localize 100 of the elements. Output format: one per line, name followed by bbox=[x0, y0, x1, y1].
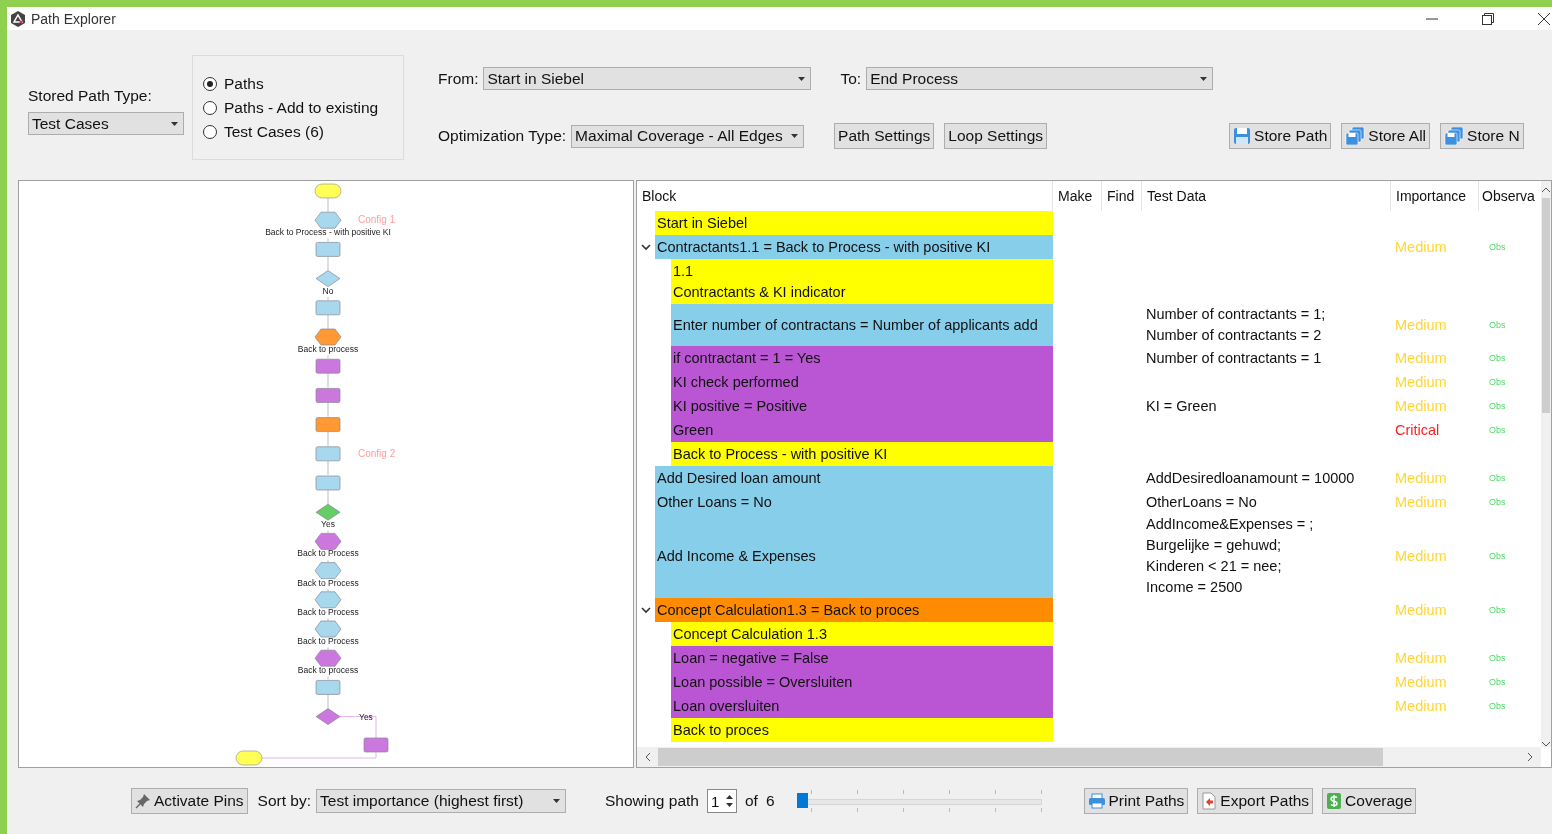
slider-thumb[interactable] bbox=[796, 793, 808, 808]
to-dropdown[interactable]: End Process bbox=[866, 67, 1214, 90]
radio-button[interactable] bbox=[203, 76, 217, 91]
test-data-text: KI = Green bbox=[1146, 396, 1217, 416]
importance-text: Medium bbox=[1395, 650, 1447, 666]
of-label: of bbox=[744, 792, 758, 810]
observation-text: Obs bbox=[1489, 242, 1506, 252]
scroll-right-icon[interactable] bbox=[1528, 753, 1533, 761]
path-slider[interactable] bbox=[796, 789, 1042, 813]
block-cell[interactable]: if contractant = 1 = Yes bbox=[671, 346, 1053, 370]
stored-path-type-dropdown[interactable]: Test Cases bbox=[28, 112, 184, 135]
connector-line bbox=[327, 238, 329, 242]
optimization-type-dropdown[interactable]: Maximal Coverage - All Edges bbox=[571, 124, 805, 148]
path-number-spinbox[interactable]: 1 bbox=[706, 789, 737, 813]
chevron-icon[interactable] bbox=[641, 605, 651, 615]
path-total-text: 6 bbox=[765, 792, 775, 810]
edge-label: Back to Process bbox=[297, 548, 359, 559]
connector-line bbox=[327, 197, 329, 213]
observation-text: Obs bbox=[1489, 605, 1506, 615]
radio-option[interactable]: Paths - Add to existing bbox=[203, 98, 403, 117]
sort-by-label: Sort by: bbox=[257, 792, 312, 810]
store-button[interactable]: Store N bbox=[1440, 123, 1524, 149]
vertical-scrollbar[interactable] bbox=[1541, 181, 1551, 747]
edge-label: Back to Process - with positive KI bbox=[265, 227, 391, 238]
test-data-text: Number of contractants = 1; Number of contractants = 2 bbox=[1146, 305, 1326, 345]
scroll-down-icon[interactable] bbox=[1542, 742, 1550, 747]
radio-button[interactable] bbox=[203, 100, 217, 115]
block-cell[interactable]: Loan oversluiten bbox=[671, 694, 1053, 718]
sort-dropdown[interactable]: Test importance (highest first) bbox=[316, 789, 567, 813]
test-data-text: AddIncome&Expenses = ; Burgelijke = gehuwd; Kinderen < 21 = nee; Income = 2500 bbox=[1146, 515, 1314, 597]
observation-text: Obs bbox=[1489, 377, 1506, 387]
block-cell[interactable]: KI check performed bbox=[671, 370, 1053, 394]
column-header[interactable]: Make bbox=[1053, 181, 1102, 211]
observation-text: Obs bbox=[1489, 401, 1506, 411]
block-cell[interactable]: Back to Process - with positive KI bbox=[671, 442, 1053, 466]
block-cell[interactable]: Enter number of contractans = Number of applicants add bbox=[671, 304, 1053, 346]
close-icon[interactable] bbox=[1538, 12, 1550, 25]
connector-line bbox=[327, 355, 329, 359]
edge-label: Yes bbox=[359, 712, 373, 722]
restore-icon[interactable] bbox=[1482, 12, 1494, 25]
edge-label: Back to process bbox=[297, 665, 359, 676]
connector-line bbox=[327, 489, 329, 505]
edge-label: No bbox=[322, 285, 334, 296]
column-header[interactable]: Observa bbox=[1479, 181, 1541, 211]
importance-text: Critical bbox=[1395, 422, 1440, 438]
block-cell[interactable]: Loan = negative = False bbox=[671, 646, 1053, 670]
observation-text: Obs bbox=[1489, 497, 1506, 507]
dollar-icon bbox=[1326, 792, 1343, 810]
connector-line bbox=[327, 676, 329, 680]
block-cell[interactable]: Loan possible = Oversluiten bbox=[671, 670, 1053, 694]
connector-line bbox=[339, 716, 377, 739]
block-cell[interactable]: Contractants1.1 = Back to Process - with positive KI bbox=[655, 235, 1053, 259]
floppy-disks-icon bbox=[1345, 127, 1366, 145]
connector-line bbox=[327, 530, 329, 534]
block-cell[interactable]: KI positive = Positive bbox=[671, 394, 1053, 418]
action-button[interactable]: Export Paths bbox=[1197, 788, 1314, 814]
settings-button[interactable]: Loop Settings bbox=[944, 123, 1048, 149]
caret-icon bbox=[791, 134, 799, 138]
settings-button[interactable]: Path Settings bbox=[834, 123, 935, 149]
scroll-left-icon[interactable] bbox=[645, 753, 650, 761]
block-cell[interactable]: Green bbox=[671, 418, 1053, 442]
test-data-text: AddDesiredloanamount = 10000 bbox=[1146, 468, 1355, 488]
block-cell[interactable]: Start in Siebel bbox=[655, 211, 1053, 235]
importance-text: Medium bbox=[1395, 239, 1447, 255]
store-button[interactable]: Store Path bbox=[1229, 123, 1332, 149]
column-header[interactable]: Test Data bbox=[1142, 181, 1391, 211]
edge-label: Back to process bbox=[297, 344, 359, 354]
pin-icon bbox=[135, 793, 151, 809]
caret-icon bbox=[798, 76, 806, 81]
horizontal-scrollbar[interactable] bbox=[637, 747, 1541, 767]
from-dropdown[interactable]: Start in Siebel bbox=[483, 67, 812, 90]
radio-option[interactable]: Paths bbox=[203, 74, 403, 93]
showing-path-label: Showing path bbox=[605, 792, 699, 810]
block-cell[interactable]: Concept Calculation1.3 = Back to proces bbox=[655, 598, 1053, 622]
caret-icon bbox=[171, 121, 178, 126]
block-cell[interactable]: 1.1 Contractants & KI indicator bbox=[671, 259, 1053, 304]
block-cell[interactable]: Add Desired loan amount bbox=[655, 466, 1053, 490]
observation-text: Obs bbox=[1489, 473, 1506, 483]
edge-label: Back to Process bbox=[297, 606, 359, 617]
column-header[interactable]: Find bbox=[1102, 181, 1142, 211]
activate-pins-button[interactable]: Activate Pins bbox=[131, 788, 248, 814]
importance-text: Medium bbox=[1395, 602, 1447, 618]
chevron-icon[interactable] bbox=[641, 242, 651, 252]
block-cell[interactable]: Concept Calculation 1.3 bbox=[671, 622, 1053, 646]
radio-button[interactable] bbox=[203, 124, 217, 139]
annotation-label: Config 1 bbox=[358, 214, 396, 226]
action-button[interactable]: Coverage bbox=[1322, 788, 1417, 814]
block-cell[interactable]: Other Loans = No bbox=[655, 490, 1053, 514]
importance-text: Medium bbox=[1395, 494, 1447, 510]
connector-line bbox=[327, 256, 329, 271]
caret-icon bbox=[553, 799, 561, 803]
block-cell[interactable]: Add Income & Expenses bbox=[655, 514, 1053, 598]
column-header[interactable]: Importance bbox=[1391, 181, 1479, 211]
connector-line bbox=[327, 431, 329, 447]
store-button[interactable]: Store All bbox=[1341, 123, 1431, 149]
action-button[interactable]: Print Paths bbox=[1083, 788, 1189, 814]
scroll-up-icon[interactable] bbox=[1542, 187, 1550, 192]
radio-option[interactable]: Test Cases (6) bbox=[203, 122, 403, 141]
block-cell[interactable]: Back to proces bbox=[671, 718, 1053, 742]
observation-text: Obs bbox=[1489, 320, 1506, 330]
